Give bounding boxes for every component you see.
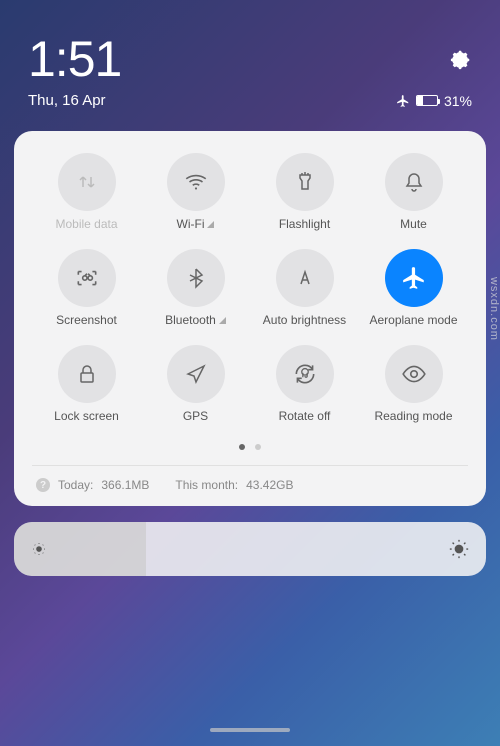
auto-brightness-label: Auto brightness	[263, 313, 346, 327]
rotate-icon	[292, 361, 318, 387]
mobile-data-tile[interactable]: Mobile data	[32, 153, 141, 231]
battery-percent: 31%	[444, 93, 472, 109]
divider	[32, 465, 468, 466]
reading-mode-label: Reading mode	[374, 409, 452, 423]
tiles-grid: Mobile data Wi-Fi Flashlight Mute Screen…	[32, 153, 468, 423]
wifi-tile[interactable]: Wi-Fi	[141, 153, 250, 231]
page-dot-1	[239, 444, 245, 450]
quick-settings-panel: Mobile data Wi-Fi Flashlight Mute Screen…	[14, 131, 486, 506]
watermark: wsxdn.com	[488, 277, 500, 341]
flashlight-tile[interactable]: Flashlight	[250, 153, 359, 231]
gps-icon	[184, 362, 208, 386]
gps-tile[interactable]: GPS	[141, 345, 250, 423]
rotate-off-label: Rotate off	[279, 409, 331, 423]
gps-label: GPS	[183, 409, 208, 423]
rotate-off-tile[interactable]: Rotate off	[250, 345, 359, 423]
flashlight-icon	[293, 170, 317, 194]
bell-icon	[402, 170, 426, 194]
info-icon: ?	[36, 478, 50, 492]
bluetooth-tile[interactable]: Bluetooth	[141, 249, 250, 327]
aeroplane-label: Aeroplane mode	[369, 313, 457, 327]
lock-screen-label: Lock screen	[54, 409, 119, 423]
mobile-data-label: Mobile data	[55, 217, 117, 231]
screenshot-tile[interactable]: Screenshot	[32, 249, 141, 327]
mute-tile[interactable]: Mute	[359, 153, 468, 231]
brightness-low-icon	[30, 540, 48, 558]
usage-month-value: 43.42GB	[246, 478, 293, 492]
usage-month-label: This month:	[175, 478, 238, 492]
screenshot-icon	[74, 265, 100, 291]
airplane-icon	[401, 265, 427, 291]
date-text: Thu, 16 Apr	[28, 92, 106, 109]
auto-brightness-icon	[293, 266, 317, 290]
aeroplane-mode-tile[interactable]: Aeroplane mode	[359, 249, 468, 327]
settings-gear-icon[interactable]	[450, 48, 472, 70]
auto-brightness-tile[interactable]: Auto brightness	[250, 249, 359, 327]
page-indicator	[32, 437, 468, 455]
flashlight-label: Flashlight	[279, 217, 330, 231]
page-dot-2	[255, 444, 261, 450]
wifi-label: Wi-Fi	[177, 217, 215, 231]
lock-icon	[75, 362, 99, 386]
wifi-icon	[183, 169, 209, 195]
eye-icon	[401, 361, 427, 387]
usage-today-label: Today:	[58, 478, 93, 492]
clock-time: 1:51	[28, 30, 121, 88]
bluetooth-icon	[184, 266, 208, 290]
mute-label: Mute	[400, 217, 427, 231]
mobile-data-icon	[75, 170, 99, 194]
status-icons: 31%	[396, 93, 472, 109]
brightness-high-icon	[448, 538, 470, 560]
status-header: 1:51 Thu, 16 Apr 31%	[0, 0, 500, 119]
bluetooth-label: Bluetooth	[165, 313, 226, 327]
usage-today-value: 366.1MB	[101, 478, 149, 492]
battery-icon	[416, 95, 438, 106]
home-indicator[interactable]	[210, 728, 290, 732]
lock-screen-tile[interactable]: Lock screen	[32, 345, 141, 423]
airplane-status-icon	[396, 94, 410, 108]
brightness-slider[interactable]	[14, 522, 486, 576]
data-usage-row[interactable]: ? Today: 366.1MB This month: 43.42GB	[32, 476, 468, 494]
reading-mode-tile[interactable]: Reading mode	[359, 345, 468, 423]
screenshot-label: Screenshot	[56, 313, 117, 327]
